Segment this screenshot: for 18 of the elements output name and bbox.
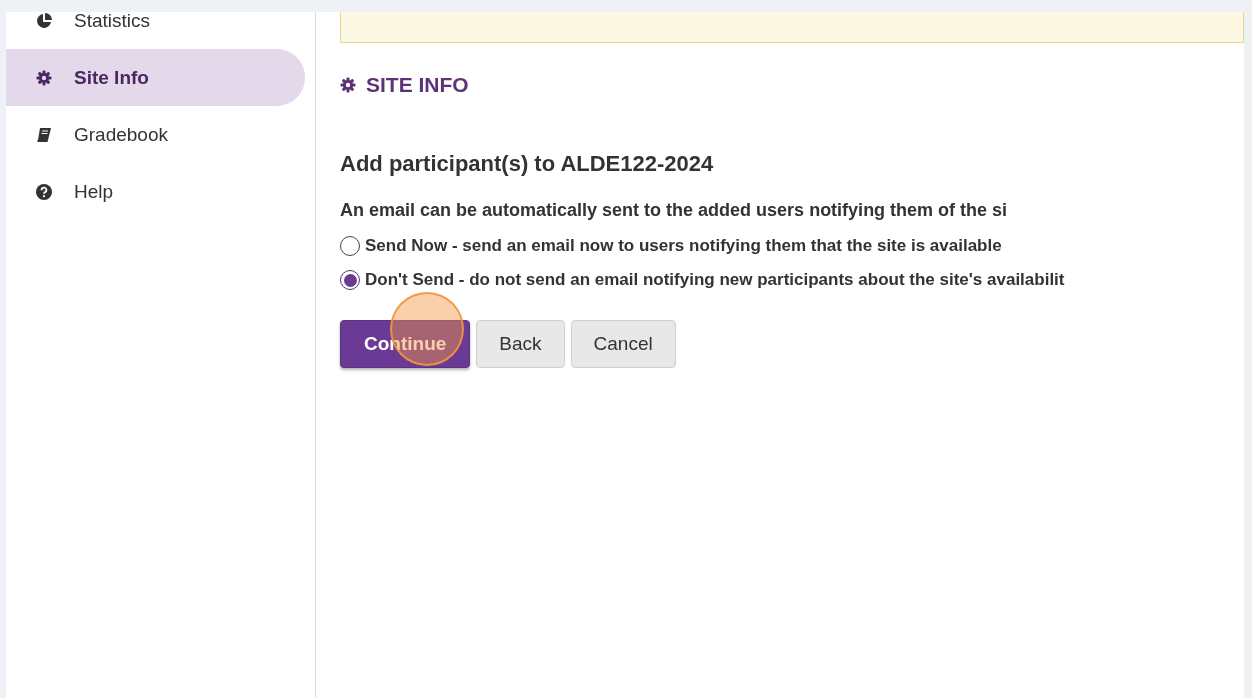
sidebar-item[interactable]: Help — [6, 163, 305, 220]
settings-icon — [36, 69, 52, 86]
action-button[interactable]: Cancel — [570, 320, 676, 368]
sidebar-item[interactable]: Statistics — [6, 12, 305, 49]
settings-icon — [340, 77, 356, 93]
option-label[interactable]: Send Now - send an email now to users notifying them that the site is available — [365, 236, 1002, 256]
page-title: Add participant(s) to ALDE122-2024 — [340, 151, 715, 177]
action-button[interactable]: Back — [476, 320, 565, 368]
help-icon — [36, 183, 52, 200]
option-label[interactable]: Don't Send - do not send an email notifying new participants about the site's availabilit — [365, 270, 1065, 290]
sidebar-item[interactable]: Gradebook — [6, 106, 305, 163]
radio-button[interactable] — [340, 236, 360, 256]
pie-chart-icon — [36, 12, 52, 29]
book-icon — [36, 126, 52, 143]
instruction-text: An email can be automatically sent to the added users notifying them of the si — [340, 200, 1009, 221]
section-heading: SITE INFO — [366, 73, 469, 97]
radio-button[interactable] — [340, 270, 360, 290]
sidebar-item[interactable]: Site Info — [6, 49, 305, 106]
